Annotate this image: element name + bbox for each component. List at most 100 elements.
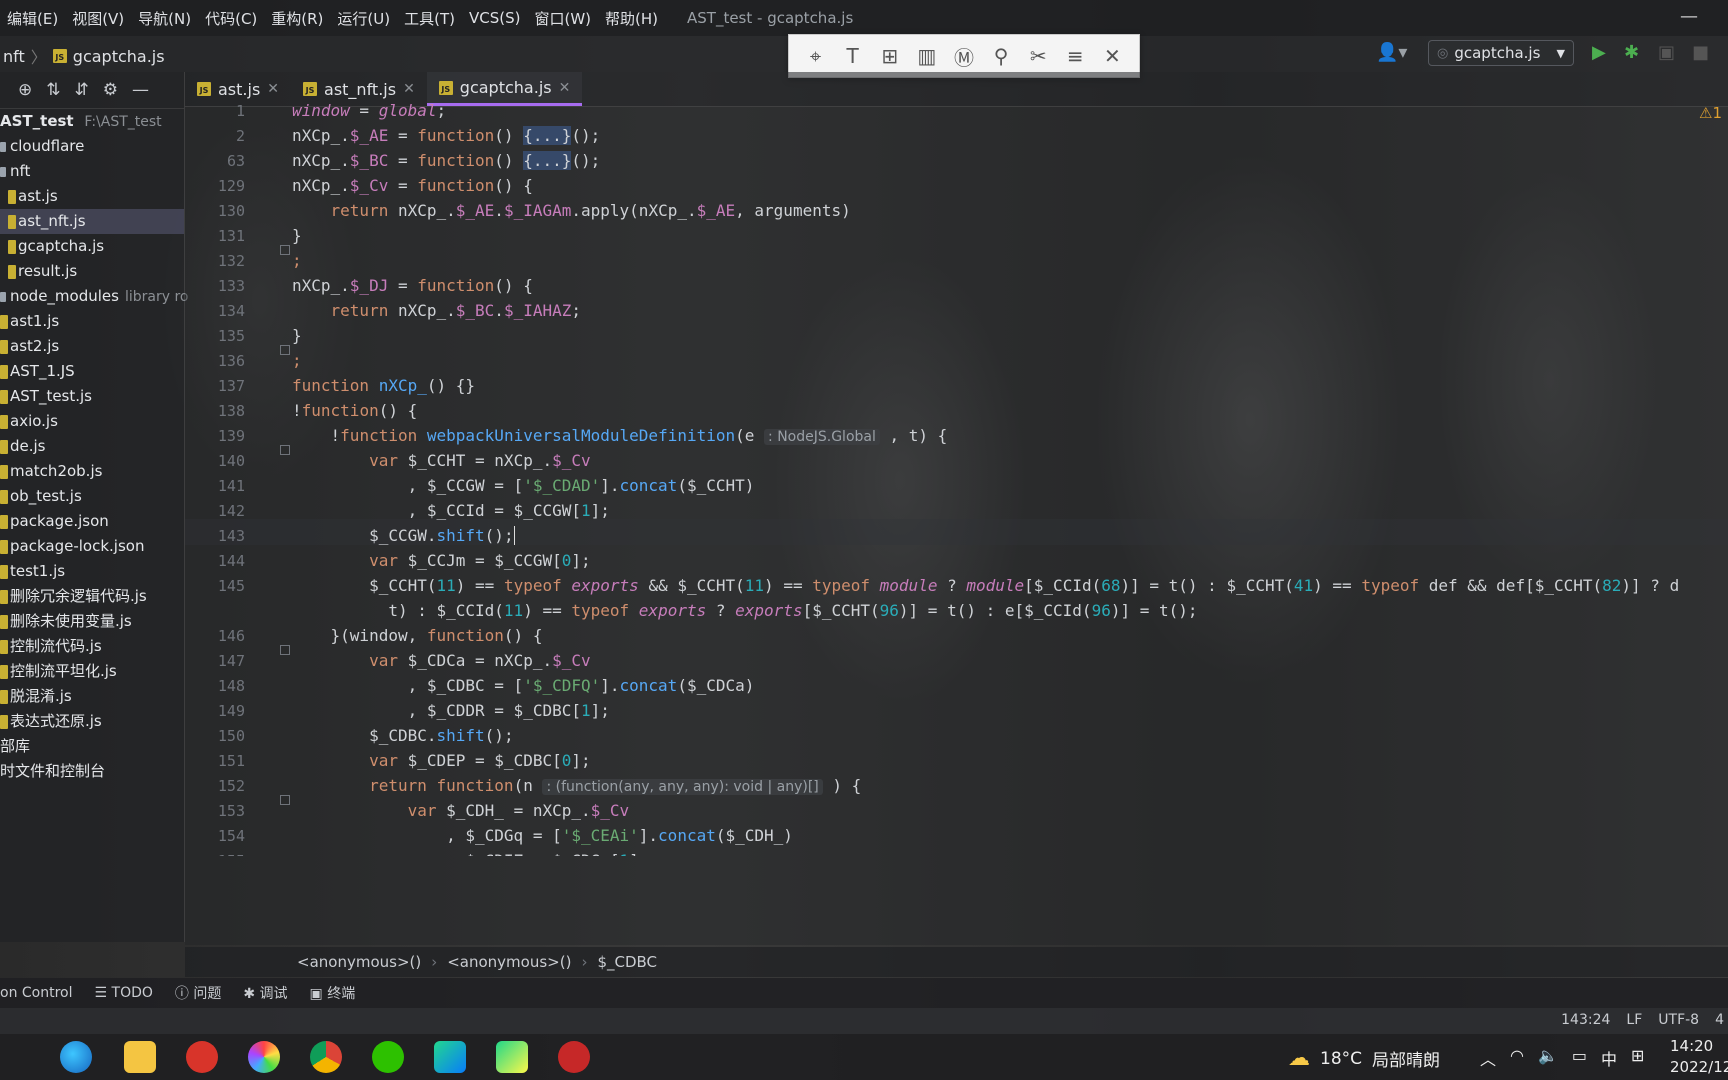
hide-icon[interactable]: — <box>132 80 149 100</box>
tree-item[interactable]: AST_1.JS <box>0 359 184 384</box>
system-clock[interactable]: 14:20 2022/12 <box>1670 1036 1728 1078</box>
tree-item[interactable]: 时文件和控制台 <box>0 759 184 784</box>
close-icon[interactable]: ✕ <box>559 80 571 96</box>
menu-help[interactable]: 帮助(H) <box>598 8 665 29</box>
tree-item[interactable]: 部库 <box>0 734 184 759</box>
color-app-icon[interactable] <box>248 1041 280 1073</box>
run-icon[interactable]: ▶ <box>1592 42 1606 63</box>
code-editor[interactable]: 1 2 63 129 130 131 132 133 134 135 136 137 138 139 140… <box>185 101 1728 945</box>
columns-icon[interactable]: ▥ <box>913 44 941 68</box>
tool-terminal[interactable]: ▣ 终端 <box>310 983 356 1003</box>
indent-info[interactable]: 4 <box>1715 1012 1724 1028</box>
tree-item[interactable]: 删除未使用变量.js <box>0 609 184 634</box>
text-tool-icon[interactable]: T <box>839 44 867 68</box>
tree-item[interactable]: package.json <box>0 509 184 534</box>
warning-icon[interactable]: ⚠1 <box>1699 104 1722 122</box>
weather-widget[interactable]: ☁ 18°C 局部晴朗 <box>1288 1046 1440 1071</box>
close-icon[interactable]: ✕ <box>403 81 415 97</box>
coverage-icon[interactable]: ▣ <box>1658 42 1675 63</box>
menu-window[interactable]: 窗口(W) <box>527 8 598 29</box>
menu-vcs[interactable]: VCS(S) <box>462 9 527 27</box>
menu-navigate[interactable]: 导航(N) <box>131 8 198 29</box>
tree-item[interactable]: nft <box>0 159 184 184</box>
file-explorer-icon[interactable] <box>124 1041 156 1073</box>
wifi-icon[interactable]: ◠ <box>1510 1046 1524 1070</box>
grid-icon[interactable]: ⊞ <box>876 44 904 68</box>
tree-item[interactable]: node_modules library ro <box>0 284 188 309</box>
breadcrumb-item[interactable]: $_CDBC <box>597 953 657 971</box>
mosaic-icon[interactable]: Ⓜ <box>950 42 978 71</box>
stop-icon[interactable]: ■ <box>1692 42 1709 63</box>
chevron-up-icon[interactable]: ︿ <box>1480 1046 1496 1070</box>
run-config-dropdown[interactable]: ◎ gcaptcha.js ▼ <box>1428 40 1574 66</box>
tree-item[interactable]: result.js <box>0 259 184 284</box>
minimize-icon[interactable]: — <box>1680 6 1698 27</box>
caret-position[interactable]: 143:24 <box>1561 1012 1610 1028</box>
tree-item[interactable]: ast1.js <box>0 309 184 334</box>
tree-item[interactable]: de.js <box>0 434 184 459</box>
tree-item[interactable]: ast.js <box>0 184 184 209</box>
breadcrumb-item[interactable]: <anonymous>() <box>447 953 571 971</box>
wechat-icon[interactable] <box>372 1041 404 1073</box>
app-icon[interactable] <box>558 1041 590 1073</box>
gear-icon[interactable]: ⚙ <box>103 80 118 100</box>
tool-problems[interactable]: ⓘ 问题 <box>175 983 221 1003</box>
close-icon[interactable]: ✕ <box>1098 44 1126 68</box>
expand-all-icon[interactable]: ⇅ <box>46 80 60 100</box>
scissors-icon[interactable]: ✂ <box>1024 44 1052 68</box>
tree-item[interactable]: 脱混淆.js <box>0 684 184 709</box>
collapse-all-icon[interactable]: ⇵ <box>75 80 89 100</box>
tree-item[interactable]: cloudflare <box>0 134 184 159</box>
netease-music-icon[interactable] <box>186 1041 218 1073</box>
tab-ast-js[interactable]: JS ast.js ✕ <box>185 72 291 106</box>
fold-marker-icon[interactable] <box>280 795 290 805</box>
tree-item[interactable]: package-lock.json <box>0 534 184 559</box>
tree-item[interactable]: 删除冗余逻辑代码.js <box>0 584 184 609</box>
line-separator[interactable]: LF <box>1626 1012 1642 1028</box>
tree-item[interactable]: 控制流平坦化.js <box>0 659 184 684</box>
menu-view[interactable]: 视图(V) <box>65 8 131 29</box>
fold-marker-icon[interactable] <box>280 245 290 255</box>
tree-item[interactable]: 控制流代码.js <box>0 634 184 659</box>
ime-indicator[interactable]: 中 <box>1601 1046 1617 1070</box>
tree-item[interactable]: gcaptcha.js <box>0 234 184 259</box>
tool-debug[interactable]: ✱ 调试 <box>243 983 287 1003</box>
project-root[interactable]: AST_test F:\AST_test <box>0 109 184 134</box>
chrome-icon[interactable] <box>310 1041 342 1073</box>
file-encoding[interactable]: UTF-8 <box>1658 1012 1699 1028</box>
fold-marker-icon[interactable] <box>280 445 290 455</box>
fold-marker-icon[interactable] <box>280 345 290 355</box>
tree-item[interactable]: ast_nft.js <box>0 209 184 234</box>
grid-icon[interactable]: ⊞ <box>1631 1046 1644 1070</box>
menu-icon[interactable]: ≡ <box>1061 44 1089 68</box>
edge-icon[interactable] <box>60 1041 92 1073</box>
tree-item[interactable]: match2ob.js <box>0 459 184 484</box>
locate-icon[interactable]: ⊕ <box>18 80 32 100</box>
search-icon[interactable]: ⚲ <box>987 44 1015 68</box>
tree-item[interactable]: AST_test.js <box>0 384 184 409</box>
tree-item[interactable]: test1.js <box>0 559 184 584</box>
tree-item[interactable]: axio.js <box>0 409 184 434</box>
webstorm-icon[interactable] <box>434 1041 466 1073</box>
tool-version-control[interactable]: on Control <box>0 985 73 1001</box>
tree-item[interactable]: ast2.js <box>0 334 184 359</box>
battery-icon[interactable]: ▭ <box>1572 1046 1587 1070</box>
menu-edit[interactable]: 编辑(E) <box>0 8 65 29</box>
pycharm-icon[interactable] <box>496 1041 528 1073</box>
menu-run[interactable]: 运行(U) <box>330 8 397 29</box>
menu-tools[interactable]: 工具(T) <box>397 8 462 29</box>
breadcrumb-item[interactable]: <anonymous>() <box>297 953 421 971</box>
user-icon[interactable]: 👤▾ <box>1376 42 1407 63</box>
tab-gcaptcha-js[interactable]: JS gcaptcha.js ✕ <box>426 72 583 106</box>
tool-todo[interactable]: ☰ TODO <box>95 985 153 1001</box>
tree-item[interactable]: ob_test.js <box>0 484 184 509</box>
tree-item[interactable]: 表达式还原.js <box>0 709 184 734</box>
nav-crumb-root[interactable]: nft <box>3 47 25 66</box>
crosshair-icon[interactable]: ⌖ <box>802 44 830 68</box>
menu-refactor[interactable]: 重构(R) <box>264 8 330 29</box>
nav-crumb-file[interactable]: gcaptcha.js <box>73 47 165 66</box>
volume-icon[interactable]: 🔈 <box>1538 1046 1558 1070</box>
menu-code[interactable]: 代码(C) <box>198 8 264 29</box>
fold-marker-icon[interactable] <box>280 645 290 655</box>
close-icon[interactable]: ✕ <box>267 81 279 97</box>
